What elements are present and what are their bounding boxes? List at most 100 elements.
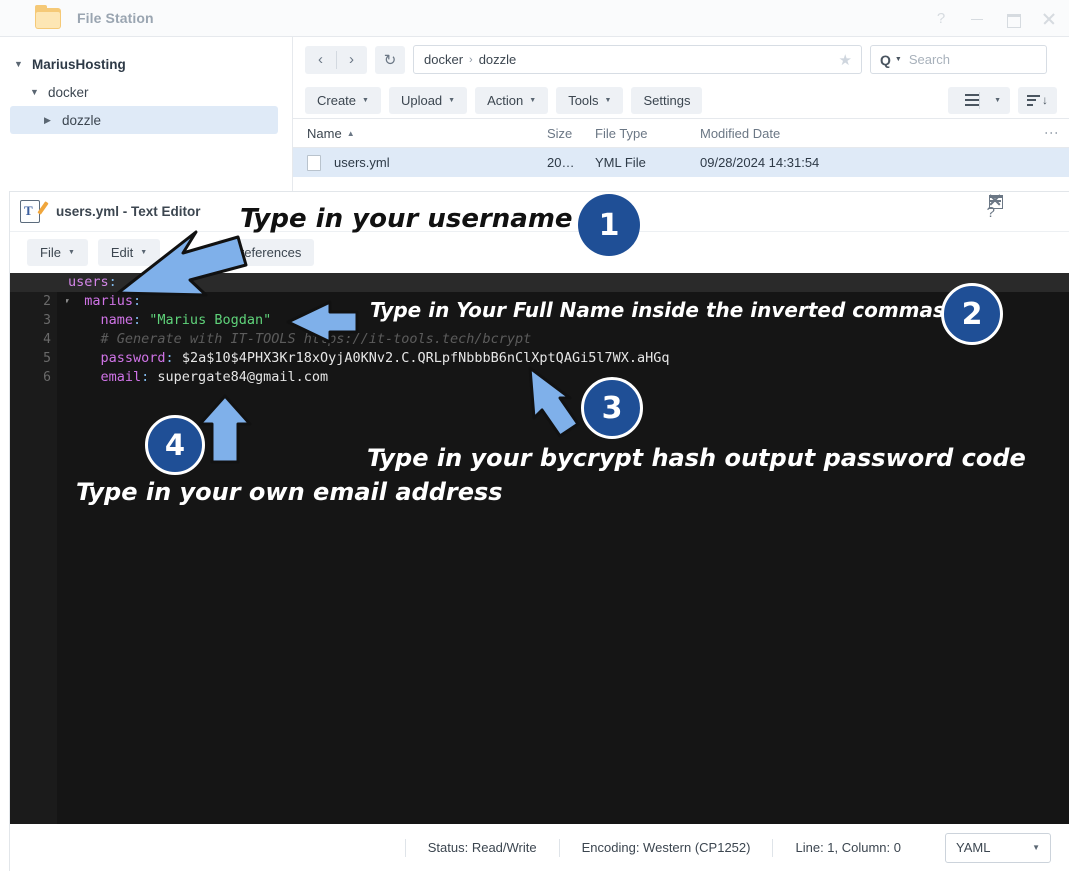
menu-label: Edit xyxy=(110,245,134,260)
settings-button[interactable]: Settings xyxy=(631,86,703,114)
line-number-gutter: 1▼2▼3456 xyxy=(10,273,69,824)
column-header-file-type[interactable]: File Type xyxy=(595,126,700,141)
code-token: : xyxy=(133,312,150,328)
chevron-down-icon: ▼ xyxy=(67,249,75,256)
chevron-down-icon[interactable] xyxy=(14,59,26,69)
code-token: password xyxy=(100,350,166,366)
search-placeholder: Search xyxy=(908,52,951,67)
sidebar-item-docker[interactable]: docker xyxy=(0,78,292,106)
menu-edit[interactable]: Edit ▼ xyxy=(97,239,161,266)
button-label: Tools xyxy=(568,92,599,108)
code-token: : xyxy=(165,350,182,366)
code-token: marius xyxy=(84,293,134,309)
code-line[interactable]: email: supergate84@gmail.com xyxy=(68,368,1069,387)
file-station-body: MariusHosting docker dozzle ‹ › xyxy=(0,37,1069,192)
chevron-down-icon[interactable] xyxy=(30,87,42,97)
code-token: supergate84@gmail.com xyxy=(157,369,329,385)
text-editor-menubar: File ▼ Edit ▼ Preferences xyxy=(10,232,1069,273)
language-value: YAML xyxy=(956,840,991,855)
chevron-down-icon: ▼ xyxy=(362,96,369,104)
close-icon[interactable] xyxy=(1041,11,1057,27)
sidebar-item-label: docker xyxy=(48,84,89,100)
chevron-right-icon[interactable] xyxy=(44,115,56,126)
action-button[interactable]: Action ▼ xyxy=(475,86,549,114)
menu-file[interactable]: File ▼ xyxy=(27,239,88,266)
column-options-icon[interactable]: ⋮ xyxy=(1044,126,1060,140)
code-line[interactable]: password: $2a$10$4PHX3Kr18xOyjA0KNv2.C.Q… xyxy=(68,349,1069,368)
cell-file-type: YML File xyxy=(595,155,646,170)
line-number: 6 xyxy=(43,370,51,385)
star-icon[interactable]: ★ xyxy=(839,51,852,69)
file-station-title: File Station xyxy=(77,10,154,26)
column-header-size[interactable]: Size xyxy=(547,126,595,141)
forward-button[interactable]: › xyxy=(336,46,367,74)
screenshot-root: File Station ? MariusHosting docker xyxy=(0,0,1069,871)
code-token: name xyxy=(100,312,134,328)
column-label: Name xyxy=(307,125,342,141)
row-checkbox[interactable] xyxy=(307,154,321,171)
search-icon: Q xyxy=(880,51,891,68)
code-line[interactable]: # Generate with IT-TOOLS https://it-tool… xyxy=(68,330,1069,349)
search-input[interactable]: Q ▼ Search xyxy=(870,45,1047,74)
code-line[interactable]: marius: xyxy=(68,292,1069,311)
help-icon[interactable]: ? xyxy=(933,10,949,27)
chevron-down-icon[interactable]: ▼ xyxy=(1032,843,1040,852)
code-line[interactable]: users: xyxy=(10,273,1069,292)
line-number: 2 ▼ xyxy=(43,294,69,309)
sort-descending-icon[interactable]: ↓ xyxy=(1027,94,1048,106)
status-read-write: Status: Read/Write xyxy=(404,838,559,857)
status-encoding: Encoding: Western (CP1252) xyxy=(558,838,773,857)
sidebar-item-label: MariusHosting xyxy=(32,56,126,72)
text-editor-window: T users.yml - Text Editor ? File ▼ Edit … xyxy=(10,192,1069,871)
table-row[interactable]: users.yml 20… YML File 09/28/2024 14:31:… xyxy=(293,148,1069,177)
file-station-main: ‹ › ↻ docker › dozzle ★ Q ▼ Search Creat… xyxy=(293,37,1069,192)
tools-button[interactable]: Tools ▼ xyxy=(556,86,624,114)
breadcrumb-segment[interactable]: dozzle xyxy=(479,52,517,67)
view-mode-button[interactable]: ▼ xyxy=(948,86,1010,114)
breadcrumb-separator-icon: › xyxy=(469,53,473,66)
file-station-window: File Station ? MariusHosting docker xyxy=(0,0,1069,192)
breadcrumb[interactable]: docker › dozzle ★ xyxy=(413,45,862,74)
column-header-name[interactable]: Name ▲ xyxy=(307,126,547,141)
language-select[interactable]: YAML ▼ xyxy=(945,832,1051,863)
code-content[interactable]: users: marius: name: "Marius Bogdan" # G… xyxy=(10,273,1069,824)
line-number: 3 xyxy=(43,313,51,328)
button-label: Create xyxy=(317,92,357,108)
chevron-down-icon[interactable]: ▼ xyxy=(895,56,902,63)
chevron-down-icon: ▼ xyxy=(529,96,537,104)
breadcrumb-segment[interactable]: docker xyxy=(424,52,463,67)
sort-button[interactable]: ↓ xyxy=(1018,86,1057,114)
status-bar: Status: Read/Write Encoding: Western (CP… xyxy=(10,824,1069,871)
chevron-down-icon[interactable]: ▼ xyxy=(994,97,1001,104)
code-editor[interactable]: 1▼2▼3456 users: marius: name: "Marius Bo… xyxy=(10,273,1069,824)
menu-preferences[interactable]: Preferences xyxy=(218,239,315,266)
line-number: 5 xyxy=(43,351,51,366)
file-station-toolbar: Create ▼ Upload ▼ Action ▼ Tools ▼ Setti… xyxy=(293,82,1069,118)
folder-icon xyxy=(35,4,61,29)
code-token: "Marius Bogdan" xyxy=(149,312,272,328)
code-token: # Generate with IT-TOOLS https://it-tool… xyxy=(100,331,532,347)
text-editor-title: users.yml - Text Editor xyxy=(56,204,201,219)
button-label: Action xyxy=(487,92,524,108)
back-button[interactable]: ‹ xyxy=(305,46,336,74)
cell-name: users.yml xyxy=(334,155,390,170)
upload-button[interactable]: Upload ▼ xyxy=(388,86,468,114)
column-header-modified-date[interactable]: Modified Date xyxy=(700,126,1069,141)
code-line[interactable]: name: "Marius Bogdan" xyxy=(68,311,1069,330)
menu-label: File xyxy=(40,245,61,260)
text-editor-window-controls: ? xyxy=(987,192,1055,232)
refresh-button[interactable]: ↻ xyxy=(375,45,405,74)
sidebar-item-mariushosting[interactable]: MariusHosting xyxy=(0,50,292,78)
cell-size: 20… xyxy=(547,155,575,170)
chevron-down-icon: ▼ xyxy=(140,249,148,256)
maximize-icon[interactable] xyxy=(1005,11,1021,28)
nav-history-buttons: ‹ › xyxy=(305,45,367,74)
create-button[interactable]: Create ▼ xyxy=(305,86,381,114)
minimize-icon[interactable] xyxy=(969,11,985,27)
list-view-icon[interactable] xyxy=(965,94,979,106)
sidebar-item-dozzle[interactable]: dozzle xyxy=(10,106,278,134)
